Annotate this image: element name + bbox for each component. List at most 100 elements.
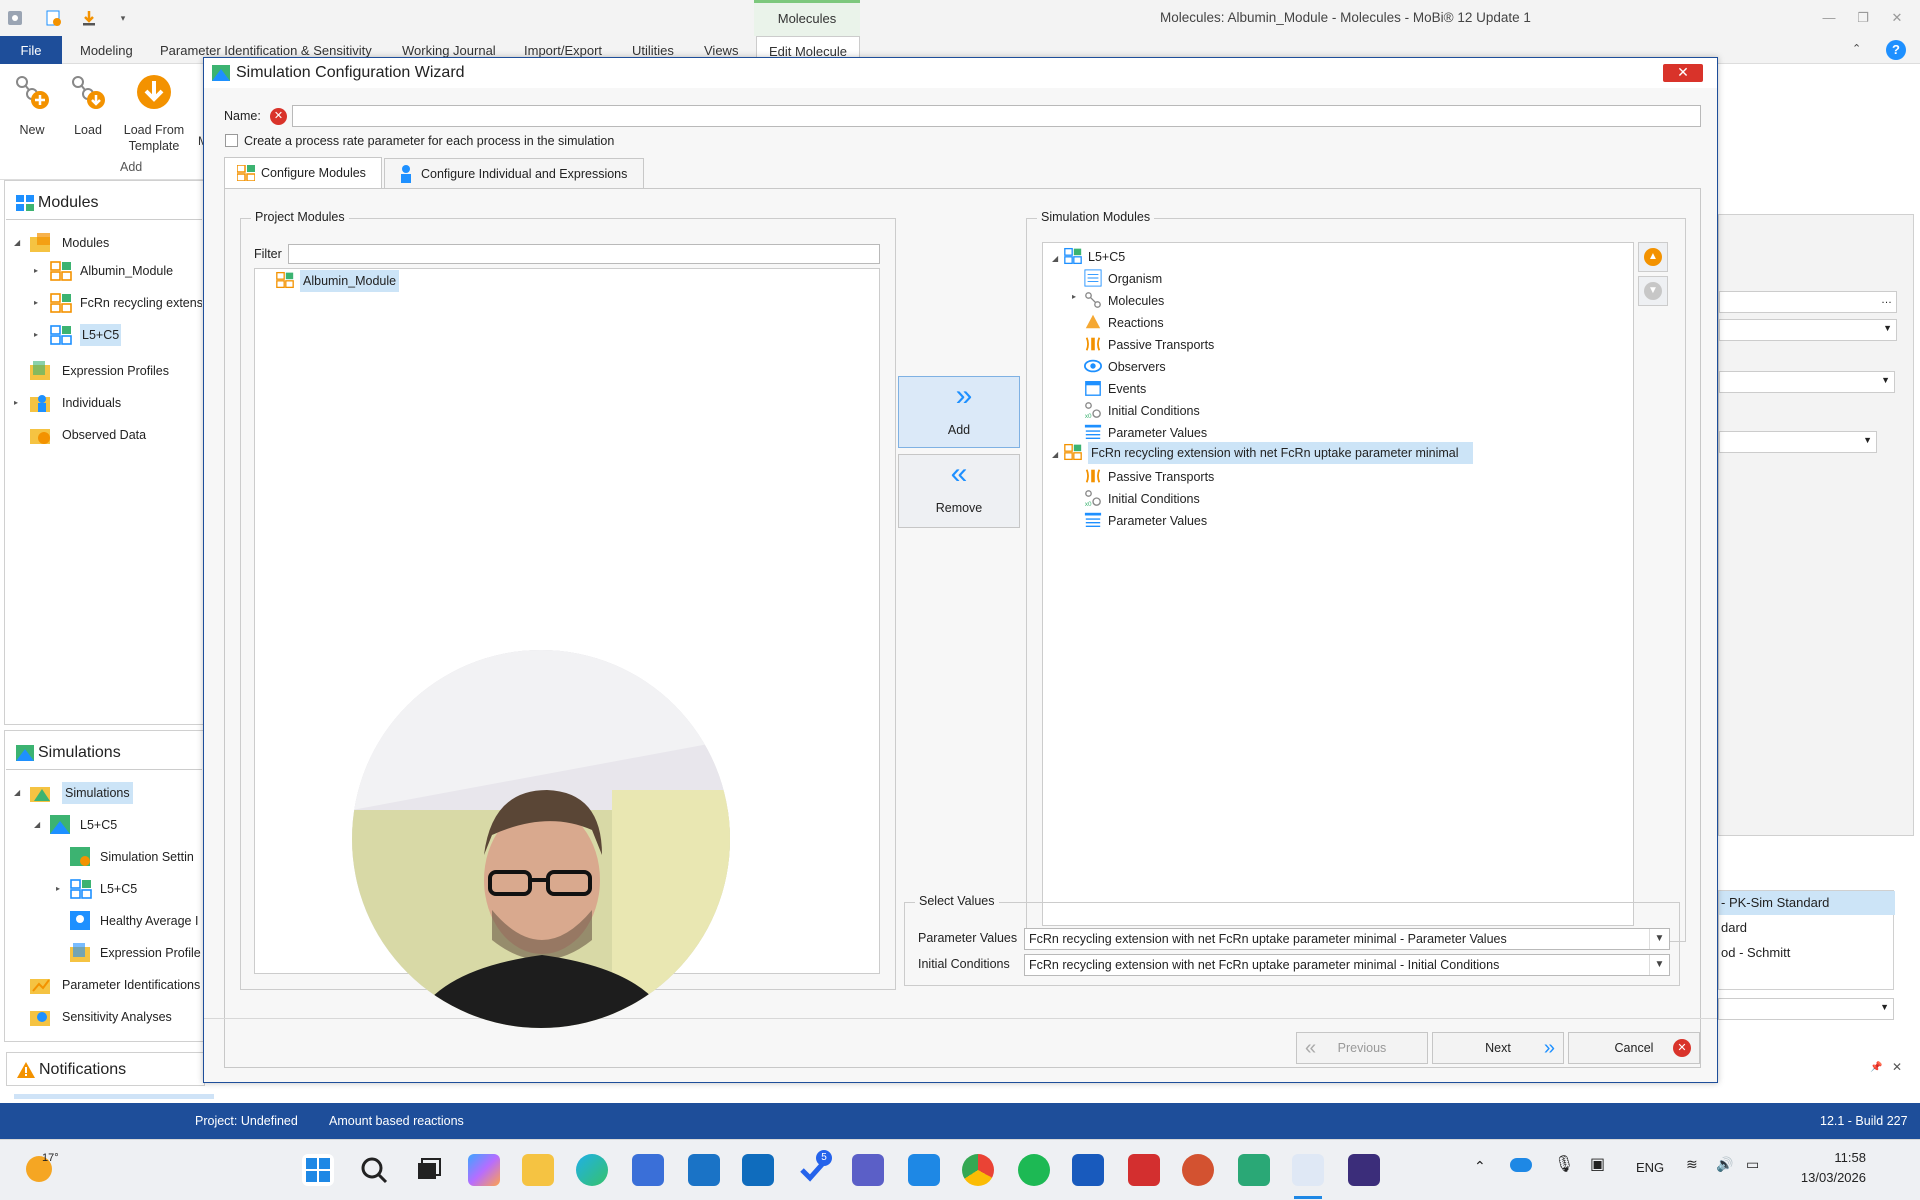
tree-item-fcrn-module[interactable]: FcRn recycling extens [50,292,202,314]
tree-item-sim-expression-profile[interactable]: Expression Profile [70,942,202,964]
title-bar: ▾ Molecules Molecules: Albumin_Module - … [0,0,1920,36]
tree-item-simulation-settings[interactable]: Simulation Settin [70,846,202,868]
right-dropdown-1[interactable]: ▼ [1719,319,1897,341]
button-separator [204,1018,1717,1019]
chevron-up-icon[interactable]: ⌃ [1474,1158,1486,1175]
start-icon[interactable] [302,1154,334,1186]
minimize-icon[interactable]: — [1812,0,1846,36]
onedrive-icon[interactable] [1510,1158,1532,1172]
calendar-icon[interactable] [908,1154,940,1186]
dialog-close-button[interactable]: ✕ [1663,64,1703,82]
pin-icon[interactable]: 📌 [1870,1062,1882,1073]
chevron-down-icon[interactable]: ▼ [1883,323,1892,333]
chevron-down-icon[interactable]: ▼ [1649,929,1669,949]
volume-icon[interactable]: 🔊 [1716,1156,1733,1173]
customize-qat-icon[interactable]: ▾ [112,8,134,28]
chevron-down-icon[interactable]: ▼ [1880,1002,1889,1012]
powerpoint-icon[interactable] [1182,1154,1214,1186]
new-file-icon[interactable] [42,8,64,28]
right-list-row[interactable]: - PK-Sim Standard [1719,891,1895,915]
display-icon[interactable]: ▣ [1590,1154,1605,1174]
tree-item-healthy-average[interactable]: Healthy Average I [70,910,202,932]
expand-l5c5-icon[interactable]: ▸ [34,330,38,339]
right-list-row[interactable]: od - Schmitt [1719,941,1895,965]
project-modules-title: Project Modules [251,210,349,224]
app-icon[interactable] [4,8,26,28]
expand-sim-module-icon[interactable]: ▸ [56,884,60,893]
process-rate-checkbox[interactable] [225,134,238,147]
notifications-panel-header[interactable]: Notifications [6,1052,205,1086]
name-input[interactable] [292,105,1701,127]
store-icon[interactable] [632,1154,664,1186]
initial-conditions-dropdown[interactable]: FcRn recycling extension with net FcRn u… [1024,954,1670,976]
tree-item-parameter-identifications[interactable]: Parameter Identifications [30,974,202,996]
chevron-down-icon[interactable]: ▼ [1863,435,1872,445]
right-list-row[interactable]: dard [1719,916,1895,940]
move-down-button[interactable]: ▼ [1638,276,1668,306]
ellipsis-icon[interactable]: … [1881,294,1892,306]
add-button[interactable]: » Add [898,376,1020,448]
expand-individuals-icon[interactable]: ▸ [14,398,18,407]
right-dropdown-2[interactable]: ▼ [1719,371,1895,393]
close-panel-icon[interactable]: ✕ [1892,1060,1902,1074]
wifi-icon[interactable]: ≋ [1686,1156,1698,1173]
task-view-icon[interactable] [412,1154,444,1186]
tab-configure-modules[interactable]: Configure Modules [224,157,382,188]
notifications-scrollbar[interactable] [14,1094,214,1099]
collapse-ribbon-icon[interactable]: ⌃ [1852,42,1861,55]
collapse-sim-l5c5-icon[interactable]: ◢ [34,820,40,829]
mobi-icon[interactable] [1292,1154,1324,1186]
download-icon[interactable] [78,8,100,28]
spotify-icon[interactable] [1018,1154,1050,1186]
expand-fcrn-icon[interactable]: ▸ [34,298,38,307]
remove-button[interactable]: « Remove [898,454,1020,528]
right-text-field[interactable]: … [1719,291,1897,313]
cancel-button[interactable]: Cancel ✕ [1568,1032,1700,1064]
collapse-simulations-icon[interactable]: ◢ [14,788,20,797]
file-explorer-icon[interactable] [522,1154,554,1186]
close-window-icon[interactable]: ✕ [1880,0,1914,36]
outlook-icon[interactable] [742,1154,774,1186]
clock-time[interactable]: 11:58 [1786,1150,1866,1165]
next-button[interactable]: Next» [1432,1032,1564,1064]
chevron-down-icon[interactable]: ▼ [1649,955,1669,975]
new-button[interactable]: New [10,72,54,138]
module-icon [50,261,72,281]
expand-molecules-icon[interactable]: ▸ [1072,292,1076,301]
word-icon[interactable] [1072,1154,1104,1186]
search-icon[interactable] [358,1154,390,1186]
move-up-button[interactable]: ▲ [1638,242,1668,272]
pksim-icon[interactable] [1238,1154,1270,1186]
collapse-fcrn-icon[interactable]: ◢ [1052,450,1058,459]
parameter-values-dropdown[interactable]: FcRn recycling extension with net FcRn u… [1024,928,1670,950]
collapse-l5c5-icon[interactable]: ◢ [1052,254,1058,263]
simulations-panel-title: Simulations [38,744,121,761]
filter-input[interactable] [288,244,880,264]
load-button[interactable]: Load [66,72,110,138]
copilot-icon[interactable] [468,1154,500,1186]
tab-configure-individual[interactable]: Configure Individual and Expressions [384,158,644,188]
restore-icon[interactable]: ❐ [1846,0,1880,36]
load-from-template-button[interactable]: Load From Template [118,72,190,154]
help-icon[interactable]: ? [1886,40,1906,60]
warning-icon [17,1062,35,1078]
todo-badge: 5 [816,1150,832,1166]
menu-file[interactable]: File [0,36,62,64]
menu-modeling[interactable]: Modeling [78,36,135,64]
chevron-down-icon[interactable]: ▼ [1881,375,1890,385]
teams-icon[interactable] [852,1154,884,1186]
dell-icon[interactable] [688,1154,720,1186]
edge-icon[interactable] [576,1154,608,1186]
greenshot-icon[interactable] [1348,1154,1380,1186]
expand-albumin-icon[interactable]: ▸ [34,266,38,275]
acrobat-icon[interactable] [1128,1154,1160,1186]
battery-icon[interactable]: ▭ [1746,1156,1759,1173]
right-dropdown-4[interactable]: ▼ [1718,998,1894,1020]
microphone-icon[interactable]: 🎙 [1554,1154,1574,1174]
language-indicator[interactable]: ENG [1636,1160,1664,1175]
clock-date[interactable]: 13/03/2026 [1786,1170,1866,1185]
collapse-modules-icon[interactable]: ◢ [14,238,20,247]
previous-button[interactable]: «Previous [1296,1032,1428,1064]
chrome-icon[interactable] [962,1154,994,1186]
right-dropdown-3[interactable]: ▼ [1719,431,1877,453]
